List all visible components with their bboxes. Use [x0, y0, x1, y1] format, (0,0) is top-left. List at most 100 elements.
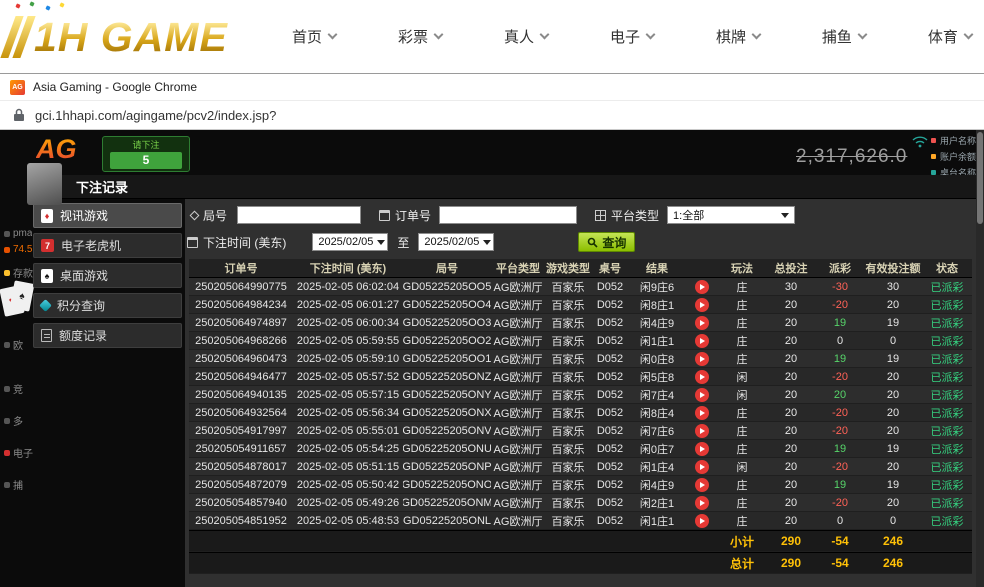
table-row: 2502050548720792025-02-05 05:50:42GD0522…: [189, 476, 972, 494]
cell-platform: AG欧洲厅: [491, 440, 545, 457]
cell-bet-time: 2025-02-05 05:48:53: [293, 512, 403, 529]
cell-status: 已派彩: [923, 512, 971, 529]
cell-valid-bet: 20: [863, 368, 923, 385]
bg-item-icon: [4, 270, 10, 276]
scrollbar[interactable]: [976, 130, 984, 587]
replay-button[interactable]: [695, 280, 709, 294]
cell-replay: [685, 458, 719, 475]
play-icon: [700, 482, 705, 488]
cell-play: 闲: [719, 368, 765, 385]
account-label: 用户名称: [940, 134, 976, 147]
replay-button[interactable]: [695, 388, 709, 402]
nav-item[interactable]: 捕鱼: [822, 26, 866, 47]
cell-result: 闲7庄6: [629, 422, 685, 439]
cell-total-bet: 30: [765, 278, 817, 295]
site-logo[interactable]: 1H GAME: [8, 8, 228, 66]
play-icon: [700, 428, 705, 434]
cell-table-no: D052: [591, 314, 629, 331]
cell-valid-bet: 19: [863, 314, 923, 331]
cell-total-bet: 20: [765, 422, 817, 439]
replay-button[interactable]: [695, 370, 709, 384]
nav-item[interactable]: 首页: [292, 26, 336, 47]
replay-button[interactable]: [695, 442, 709, 456]
nav-item[interactable]: 体育: [928, 26, 972, 47]
cell-game-type: 百家乐: [545, 350, 591, 367]
cell-round-no: GD05225205OO1: [403, 350, 491, 367]
cell-round-no: GD05225205ONO: [403, 476, 491, 493]
sidebar-item-slots[interactable]: 电子老虎机: [33, 233, 182, 258]
order-no-input[interactable]: [440, 207, 576, 223]
cell-payout: 19: [817, 440, 863, 457]
bg-item-label: 捕: [13, 477, 23, 492]
table-row: 2502050649401352025-02-05 05:57:15GD0522…: [189, 386, 972, 404]
sidebar-item-table-games[interactable]: 桌面游戏: [33, 263, 182, 288]
subtotal-table-no: [591, 531, 629, 551]
countdown-timer: 5: [110, 152, 182, 169]
replay-button[interactable]: [695, 316, 709, 330]
cell-table-no: D052: [591, 278, 629, 295]
scrollbar-thumb[interactable]: [977, 132, 983, 224]
search-button[interactable]: 查询: [578, 232, 635, 252]
cards-icon: [41, 209, 53, 223]
cell-status: 已派彩: [923, 278, 971, 295]
avatar[interactable]: [27, 163, 62, 205]
subtotal-total-bet: 290: [765, 531, 817, 551]
cell-valid-bet: 20: [863, 386, 923, 403]
nav-item[interactable]: 真人: [504, 26, 548, 47]
chrome-addressbar[interactable]: gci.1hhapi.com/agingame/pcv2/index.jsp?: [0, 100, 984, 130]
cell-replay: [685, 332, 719, 349]
replay-button[interactable]: [695, 478, 709, 492]
cell-payout: 20: [817, 386, 863, 403]
modal-title-bar: 下注记录: [62, 175, 976, 199]
replay-button[interactable]: [695, 406, 709, 420]
cell-game-type: 百家乐: [545, 332, 591, 349]
account-row: 账户余额: [931, 150, 976, 163]
date-from-select[interactable]: 2025/02/05: [312, 233, 388, 251]
platform-select[interactable]: 1:全部: [667, 206, 795, 224]
header-play: 玩法: [719, 259, 765, 277]
cell-bet-time: 2025-02-05 05:59:10: [293, 350, 403, 367]
replay-button[interactable]: [695, 424, 709, 438]
play-icon: [700, 464, 705, 470]
cell-payout: -20: [817, 494, 863, 511]
cell-game-type: 百家乐: [545, 458, 591, 475]
cell-play: 庄: [719, 494, 765, 511]
cell-game-type: 百家乐: [545, 296, 591, 313]
nav-item-label: 真人: [504, 26, 534, 47]
header-valid-bet: 有效投注额: [863, 259, 923, 277]
replay-button[interactable]: [695, 298, 709, 312]
play-icon: [700, 302, 705, 308]
sidebar-item-quota-records[interactable]: 额度记录: [33, 323, 182, 348]
cell-bet-time: 2025-02-05 05:51:15: [293, 458, 403, 475]
replay-button[interactable]: [695, 352, 709, 366]
cell-status: 已派彩: [923, 458, 971, 475]
sidebar-item-points-inquiry[interactable]: 积分查询: [33, 293, 182, 318]
logo-slashes-icon: [0, 16, 35, 58]
cell-valid-bet: 20: [863, 296, 923, 313]
sidebar-item-video-games[interactable]: 视讯游戏: [33, 203, 182, 228]
replay-button[interactable]: [695, 514, 709, 528]
date-to-select[interactable]: 2025/02/05: [418, 233, 494, 251]
header-order-no: 订单号: [189, 259, 293, 277]
cell-order-no: 250205064984234: [189, 296, 293, 313]
url-text[interactable]: gci.1hhapi.com/agingame/pcv2/index.jsp?: [35, 108, 276, 123]
nav-item[interactable]: 棋牌: [716, 26, 760, 47]
replay-button[interactable]: [695, 460, 709, 474]
cell-game-type: 百家乐: [545, 422, 591, 439]
round-no-input[interactable]: [238, 207, 360, 223]
cell-payout: 19: [817, 314, 863, 331]
cell-bet-time: 2025-02-05 05:57:15: [293, 386, 403, 403]
cell-bet-time: 2025-02-05 05:50:42: [293, 476, 403, 493]
nav-item[interactable]: 彩票: [398, 26, 442, 47]
replay-button[interactable]: [695, 496, 709, 510]
header-game-type: 游戏类型: [545, 259, 591, 277]
grand-total-replay: [685, 553, 719, 573]
cell-payout: 0: [817, 512, 863, 529]
nav-item[interactable]: 电子: [610, 26, 654, 47]
cell-platform: AG欧洲厅: [491, 368, 545, 385]
cell-platform: AG欧洲厅: [491, 350, 545, 367]
cell-platform: AG欧洲厅: [491, 296, 545, 313]
replay-button[interactable]: [695, 334, 709, 348]
cell-table-no: D052: [591, 440, 629, 457]
play-icon: [700, 518, 705, 524]
